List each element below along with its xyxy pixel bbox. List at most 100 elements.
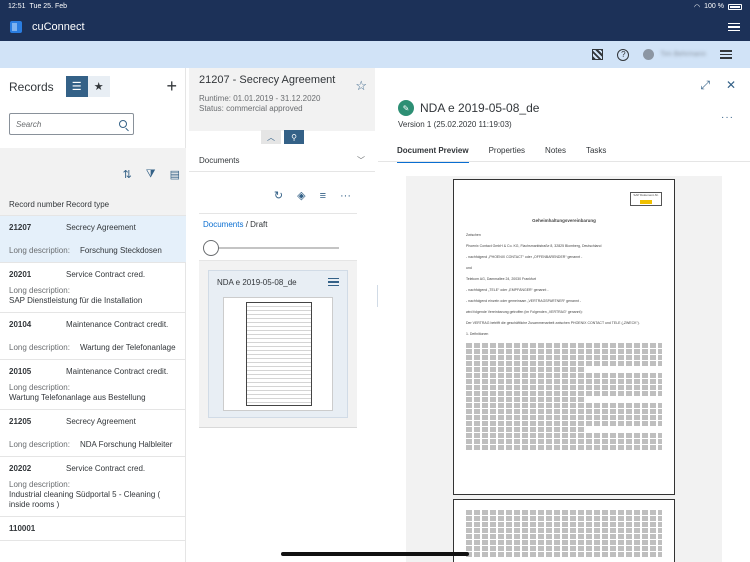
column-header-record-number[interactable]: Record number (0, 200, 66, 209)
thumbnail-page (246, 302, 312, 406)
add-record-icon[interactable]: + (166, 76, 177, 97)
preview-filler-line (466, 510, 662, 515)
preview-text-line: Zwischen (466, 233, 481, 237)
sort-icon[interactable]: ⇅ (123, 168, 132, 181)
user-name: Tim Behrmann (660, 51, 706, 58)
preview-filler-line (466, 546, 662, 551)
document-preview[interactable]: SAP Dokument-Nr. Geheimhaltungsvereinbar… (406, 176, 722, 562)
search-icon[interactable] (119, 120, 127, 128)
description-label: Long description: (9, 439, 70, 449)
preview-filler-line (466, 397, 584, 402)
record-type: Secrecy Agreement (66, 223, 136, 232)
refresh-icon[interactable]: ↻ (274, 189, 283, 202)
preview-filler-line (466, 385, 662, 390)
filter-icon[interactable]: ⧩ (146, 168, 156, 181)
preview-filler-line (466, 343, 662, 348)
table-row[interactable]: 20105 Maintenance Contract credit. Long de… (0, 360, 186, 410)
record-number: 110001 (9, 524, 36, 533)
row-main-line: 20105 Maintenance Contract credit. (9, 360, 177, 383)
breadcrumb-documents-link[interactable]: Documents (203, 220, 243, 229)
viewer-window-controls: ⤢ ✕ (700, 78, 736, 93)
chevron-down-icon: ﹀ (357, 156, 365, 165)
search-input[interactable]: Search (9, 113, 134, 135)
battery-icon (728, 3, 742, 10)
record-number: 20105 (9, 367, 32, 376)
favorites-view-icon[interactable]: ★ (87, 76, 110, 97)
description-value: Wartung Telefonanlage aus Bestellung (9, 393, 146, 402)
viewer-header: ⤢ ✕ ✎ NDA e 2019-05-08_de Version 1 (25.… (378, 68, 750, 168)
collapse-header-icon[interactable]: ︿ (261, 130, 281, 144)
preview-filler-line (466, 540, 662, 545)
record-detail-header: 21207 - Secrecy Agreement Runtime: 01.01… (189, 68, 375, 131)
pin-header-icon[interactable]: ⚲ (284, 130, 304, 144)
record-number: 20201 (9, 270, 32, 279)
record-detail-panel: 21207 - Secrecy Agreement Runtime: 01.01… (189, 68, 375, 562)
fullscreen-icon[interactable]: ⤢ (700, 78, 710, 93)
preview-filler-line (466, 421, 662, 426)
preview-text-line: Der VERTRAG betrifft die geschäftliche Z… (466, 321, 640, 325)
document-version: Version 1 (25.02.2020 11:19:03) (398, 120, 512, 129)
documents-section-toggle[interactable]: Documents ﹀ (189, 150, 375, 172)
app-logo-icon (10, 21, 22, 33)
breadcrumb: Documents / Draft (199, 213, 357, 235)
record-runtime: Runtime: 01.01.2019 - 31.12.2020 (199, 94, 321, 103)
breadcrumb-current: Draft (250, 220, 268, 229)
column-settings-icon[interactable]: ▤ (170, 168, 180, 181)
record-type: Service Contract cred. (66, 464, 146, 473)
document-card-menu-icon[interactable] (328, 278, 339, 286)
preview-text-line: 1. Definitionen (466, 332, 489, 336)
list-menu-icon[interactable]: ≡ (320, 190, 326, 202)
battery-percent: 100 % (704, 3, 724, 10)
favorite-star-icon[interactable]: ☆ (355, 78, 367, 94)
status-date: Tue 25. Feb (29, 3, 68, 10)
table-row[interactable]: 21207 Secrecy Agreement Long description: F… (0, 216, 186, 263)
table-row[interactable]: 20201 Service Contract cred. Long descript… (0, 263, 186, 313)
document-card[interactable]: NDA e 2019-05-08_de (208, 270, 348, 418)
app-header: cuConnect (0, 13, 750, 41)
preview-filler-line (466, 522, 662, 527)
document-card-header: NDA e 2019-05-08_de (209, 271, 347, 293)
record-type: Maintenance Contract credit. (66, 320, 169, 329)
preview-text-line: Phoenix Contact GmbH & Co. KG, Flachsmar… (466, 244, 602, 248)
stack-icon[interactable]: ◈ (297, 189, 305, 202)
preview-filler-line (466, 552, 662, 557)
document-type-icon: ✎ (398, 100, 414, 116)
table-row[interactable]: 21205 Secrecy Agreement Long description: N… (0, 410, 186, 457)
user-menu[interactable]: Tim Behrmann (643, 49, 706, 60)
document-thumbnail[interactable] (223, 297, 333, 411)
table-row[interactable]: 20104 Maintenance Contract credit. Long de… (0, 313, 186, 360)
documents-label: Documents (199, 156, 240, 165)
wifi-icon: ◠ (694, 3, 701, 11)
description-label: Long description: (9, 245, 70, 255)
more-options-icon[interactable]: ··· (340, 190, 351, 202)
close-icon[interactable]: ✕ (726, 78, 736, 93)
app-title: cuConnect (32, 21, 85, 33)
qr-code-icon[interactable] (592, 49, 604, 60)
main-menu-icon[interactable] (728, 22, 740, 32)
description-value: SAP Dienstleistung für die Installation (9, 296, 143, 305)
records-list: 21207 Secrecy Agreement Long description: F… (0, 216, 186, 541)
preview-page-title: Geheimhaltungsvereinbarung (532, 218, 596, 223)
preview-filler-line (466, 409, 662, 414)
preview-filler-line (466, 516, 662, 521)
record-status: Status: commercial approved (199, 104, 303, 113)
records-title: Records (9, 79, 54, 94)
help-icon[interactable]: ? (617, 48, 630, 61)
row-main-line: 21205 Secrecy Agreement (9, 410, 177, 433)
description-label: Long description: (9, 342, 70, 352)
status-time: 12:51 (8, 3, 26, 10)
description-label: Long description: (9, 286, 70, 295)
record-type: Secrecy Agreement (66, 417, 136, 426)
home-indicator (281, 552, 469, 556)
column-header-record-type[interactable]: Record type (66, 200, 109, 209)
record-description: Long description: NDA Forschung Halbleite… (9, 433, 177, 456)
search-placeholder: Search (16, 119, 42, 129)
zoom-slider-knob[interactable] (203, 239, 219, 256)
list-view-icon[interactable]: ☰ (65, 76, 88, 97)
subheader-menu-icon[interactable] (720, 50, 732, 59)
table-row[interactable]: 20202 Service Contract cred. Long descript… (0, 457, 186, 517)
zoom-slider[interactable] (203, 239, 339, 256)
document-more-icon[interactable]: ··· (721, 112, 734, 123)
preview-filler-line (466, 403, 662, 408)
table-row[interactable]: 110001 (0, 517, 186, 541)
